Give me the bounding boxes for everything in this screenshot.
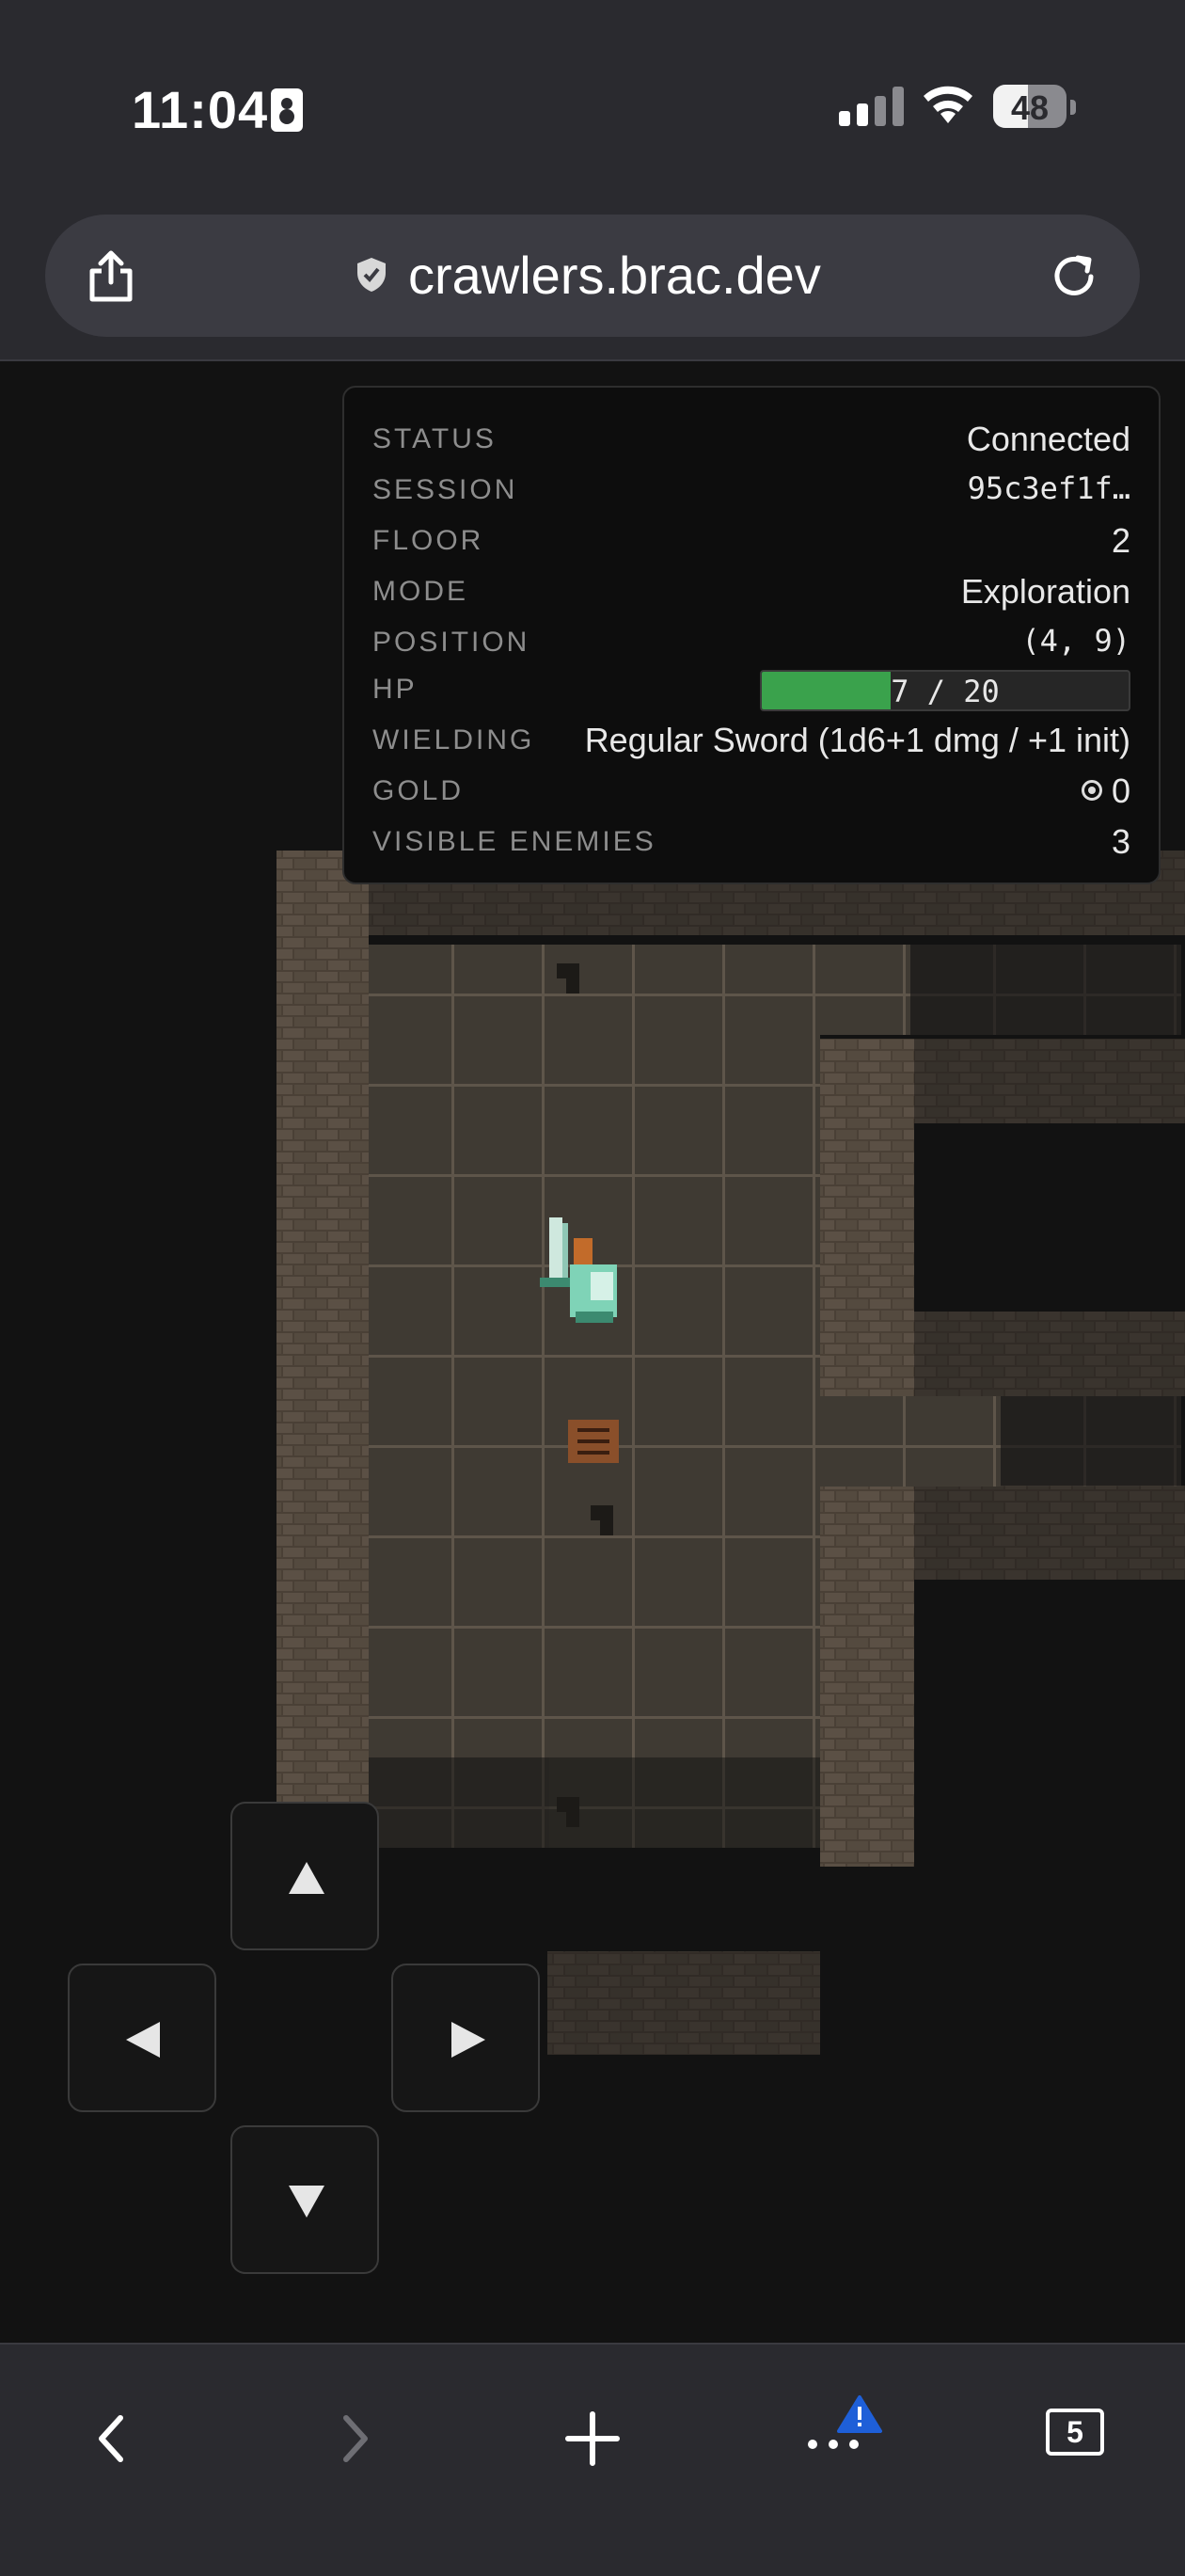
chest-band-2 [577,1439,609,1443]
position-row: POSITION (4, 9) [372,619,1130,666]
shield-icon [357,258,386,292]
session-row: SESSION 95c3ef1f… [372,467,1130,514]
battery-terminal [1070,100,1076,115]
gold-value: 0 [1111,771,1130,810]
browser-toolbar: 5 [0,2343,1185,2576]
enemies-row: VISIBLE ENEMIES 3 [372,819,1130,866]
hero-sword-edge [562,1223,568,1280]
move-right-button[interactable] [391,1964,540,2112]
tab-count: 5 [1046,2409,1104,2456]
enemies-value: 3 [1111,822,1130,861]
gold-value-wrap: 0 [1081,771,1130,811]
wielding-label: WIELDING [372,724,535,755]
share-icon[interactable] [83,248,139,305]
arrow-down-icon [289,2186,324,2218]
tabs-button[interactable]: 5 [1042,2401,1117,2476]
floor-dim-east [1001,1396,1181,1487]
rubble-0-b [566,977,579,994]
floor-corridor-east [820,1396,1001,1487]
position-label: POSITION [372,627,530,658]
hp-row: HP 7 / 20 [372,666,1130,713]
back-icon[interactable] [75,2401,150,2476]
reload-icon[interactable] [1046,248,1102,305]
forward-icon[interactable] [316,2401,391,2476]
chest-band-3 [577,1451,609,1455]
unexplored-dark [914,1123,1185,1312]
floor-row: FLOOR 2 [372,517,1130,564]
enemies-label: VISIBLE ENEMIES [372,826,656,857]
address-bar[interactable]: crawlers.brac.dev [45,215,1140,337]
hero-feet [576,1312,613,1323]
mode-row: MODE Exploration [372,568,1130,615]
floor-dim-top [910,945,1181,1035]
arrow-left-icon [126,2022,160,2058]
hp-value: 7 / 20 [891,674,1000,709]
rubble-0 [557,963,579,978]
status-time: 11:04 [132,80,269,139]
battery-percent: 48 [1010,88,1050,127]
arrow-up-icon [289,1862,324,1894]
coin-icon [1081,780,1102,802]
move-down-button[interactable] [230,2125,379,2274]
rubble-1-b [600,1519,613,1535]
contact-card-icon [271,88,303,132]
floor-label: FLOOR [372,525,484,556]
floor-doorway-top [820,945,910,1035]
rubble-2-b [566,1810,579,1827]
chest-band-1 [577,1428,609,1432]
wall-bottom [547,1951,820,2055]
wielding-value: Regular Sword (1d6+1 dmg / +1 init) [584,721,1130,759]
status-panel: STATUS Connected SESSION 95c3ef1f… FLOOR… [342,386,1161,884]
move-up-button[interactable] [230,1802,379,1950]
status-row: STATUS Connected [372,416,1130,463]
move-left-button[interactable] [68,1964,216,2112]
gold-label: GOLD [372,775,465,806]
rubble-2 [557,1797,579,1812]
floor-dim-bottom-2 [549,1757,820,1848]
floor-dim-bottom [369,1757,549,1848]
wielding-row: WIELDING Regular Sword (1d6+1 dmg / +1 i… [372,717,1130,764]
more-menu-icon[interactable] [796,2392,890,2476]
mode-value: Exploration [960,572,1130,611]
wall-right-upper [914,1039,1185,1123]
hero-sword-blade [549,1217,562,1283]
floor-room [369,945,820,1757]
battery-icon: 48 [993,85,1066,128]
url-text[interactable]: crawlers.brac.dev [408,245,821,306]
status-label: STATUS [372,423,497,454]
gold-row: GOLD 0 [372,768,1130,815]
rubble-1 [591,1505,613,1520]
session-value: 95c3ef1f… [967,470,1130,506]
hp-bar: 7 / 20 [760,670,1130,711]
cellular-signal-icon [839,87,905,126]
new-tab-icon[interactable] [555,2401,630,2476]
status-value: Connected [966,420,1130,458]
position-value: (4, 9) [1021,623,1130,659]
floor-value: 2 [1111,521,1130,560]
hero-visor [591,1272,613,1300]
session-label: SESSION [372,474,518,505]
arrow-right-icon [451,2022,485,2058]
wall-left [276,851,369,1885]
wall-right-lower [914,1486,1185,1580]
mode-label: MODE [372,576,468,607]
browser-top-chrome: 11:04 48 crawlers.brac.dev [0,0,1185,361]
wall-right-mid [914,1312,1185,1396]
hp-label: HP [372,674,418,705]
wifi-icon [920,81,976,134]
